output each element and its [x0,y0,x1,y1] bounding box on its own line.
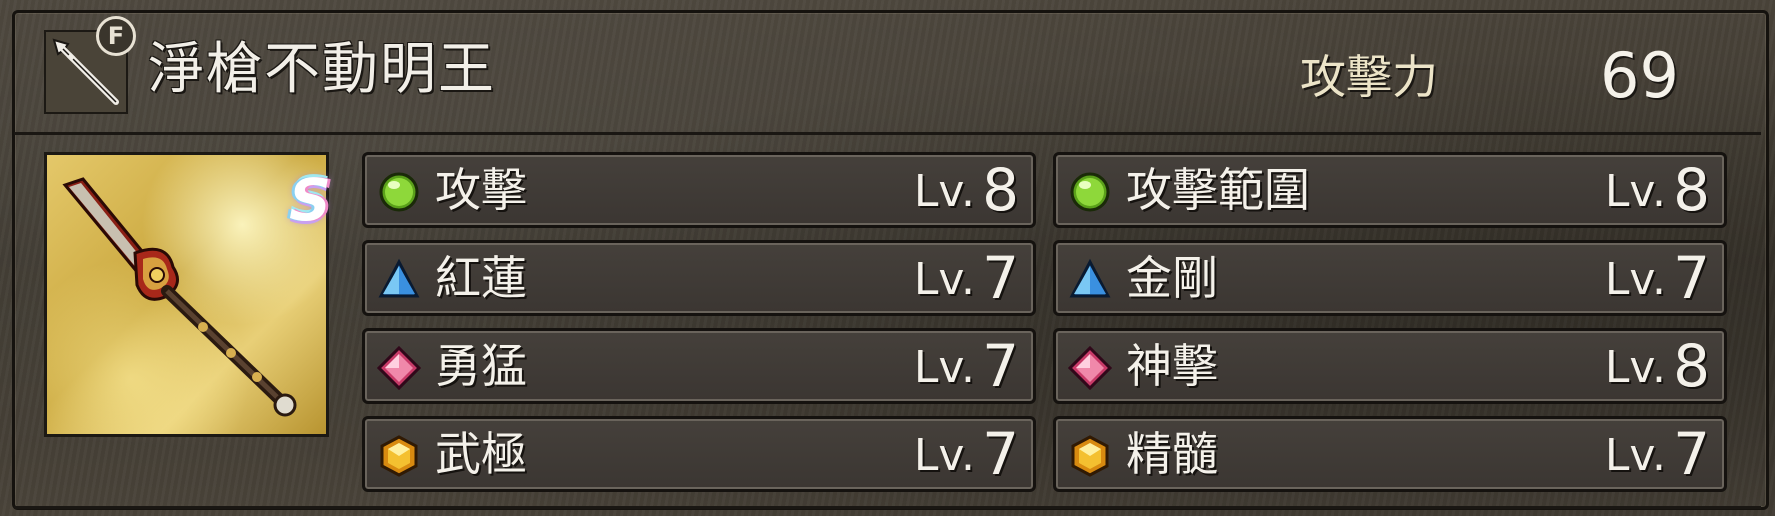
attack-label: 攻擊力 [1300,50,1438,104]
skill-level: 7 [982,244,1019,312]
skill-row-bukyoku[interactable]: 武極 Lv. 7 [362,416,1036,492]
skill-row-attack-range[interactable]: 攻擊範圍 Lv. 8 [1053,152,1727,228]
skill-row-kongou[interactable]: 金剛 Lv. 7 [1053,240,1727,316]
skill-level-prefix: Lv. [1604,254,1666,305]
skill-level-prefix: Lv. [913,166,975,217]
blue-pyramid-icon [377,258,421,302]
skill-level: 7 [1673,420,1710,488]
skill-level-prefix: Lv. [1604,166,1666,217]
pink-diamond-icon [376,345,422,391]
skill-name: 紅蓮 [435,251,527,305]
skill-row-seizui[interactable]: 精髓 Lv. 7 [1053,416,1727,492]
skill-name: 武極 [435,427,527,481]
blue-pyramid-icon [1068,258,1112,302]
skill-name: 攻擊 [435,163,527,217]
weapon-detail-panel: F 淨槍不動明王 攻擊力 69 S 攻擊 Lv. 8 攻擊範圍 Lv. 8 紅蓮 Lv. 7 金剛… [0,0,1775,516]
favorite-badge[interactable]: F [96,16,136,56]
skill-name: 精髓 [1126,427,1218,481]
gold-hexagon-icon [1068,434,1112,478]
skill-level: 7 [982,332,1019,400]
rarity-badge: S [289,166,331,234]
green-orb-icon [1068,170,1112,214]
skill-level: 7 [1673,244,1710,312]
skill-name: 金剛 [1126,251,1218,305]
skill-name: 攻擊範圍 [1126,163,1310,217]
skill-level: 8 [1673,332,1710,400]
skill-level-prefix: Lv. [1604,342,1666,393]
gold-hexagon-icon [377,434,421,478]
skill-row-attack[interactable]: 攻擊 Lv. 8 [362,152,1036,228]
attack-value: 69 [1600,39,1679,112]
skill-level: 8 [1673,156,1710,224]
pink-diamond-icon [1067,345,1113,391]
skill-level-prefix: Lv. [913,342,975,393]
skill-level-prefix: Lv. [1604,430,1666,481]
skill-level: 7 [982,420,1019,488]
skill-row-shingeki[interactable]: 神擊 Lv. 8 [1053,328,1727,404]
skill-level-prefix: Lv. [913,430,975,481]
green-orb-icon [377,170,421,214]
skill-row-guren[interactable]: 紅蓮 Lv. 7 [362,240,1036,316]
skill-level-prefix: Lv. [913,254,975,305]
skill-name: 神擊 [1126,339,1218,393]
bottom-divider [14,506,1761,509]
skill-row-yuumou[interactable]: 勇猛 Lv. 7 [362,328,1036,404]
skill-name: 勇猛 [435,339,527,393]
weapon-name: 淨槍不動明王 [148,37,496,102]
skill-level: 8 [982,156,1019,224]
header-divider [14,132,1761,135]
